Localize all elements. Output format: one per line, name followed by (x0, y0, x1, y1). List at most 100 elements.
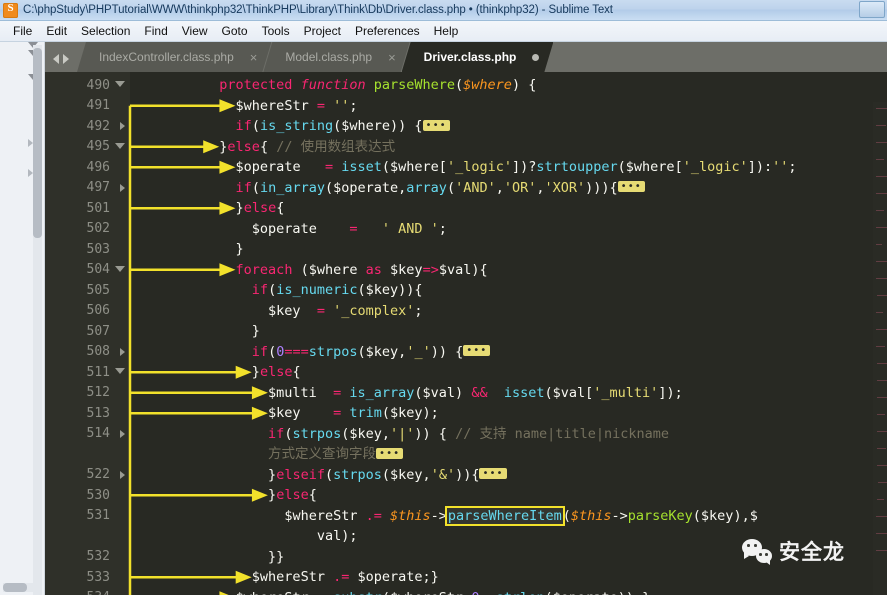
close-icon[interactable]: × (250, 51, 258, 64)
folded-code-badge[interactable]: ••• (617, 181, 645, 192)
menu-bar: File Edit Selection Find View Goto Tools… (0, 21, 887, 42)
tab-scroll-controls[interactable] (45, 54, 77, 72)
menu-item-help[interactable]: Help (427, 22, 466, 40)
code-token: $where (625, 159, 675, 175)
code-line[interactable]: $whereStr = substr($whereStr,0,-strlen($… (130, 588, 887, 595)
close-icon[interactable]: × (388, 51, 396, 64)
code-line[interactable]: $operate = isset($where['_logic'])?strto… (130, 157, 887, 178)
highlighted-method-name[interactable]: parseWhereItem (444, 505, 565, 526)
code-token: ( (381, 159, 391, 175)
code-line[interactable]: $key = '_complex'; (130, 301, 887, 322)
code-text[interactable]: protected function parseWhere($where) { … (130, 72, 887, 595)
code-token: ) { (511, 77, 537, 93)
code-token: ( (562, 507, 571, 524)
code-token: ( (251, 179, 260, 196)
code-line[interactable]: if(0===strpos($key,'_')) {••• (130, 342, 887, 363)
side-panel-hscrollbar-thumb[interactable] (3, 583, 27, 592)
code-line[interactable]: $whereStr .= $this->parseWhereItem($this… (130, 505, 887, 527)
menu-item-selection[interactable]: Selection (74, 22, 137, 40)
code-line[interactable]: if(is_numeric($key)){ (130, 280, 887, 301)
menu-item-find[interactable]: Find (137, 22, 174, 40)
menu-item-goto[interactable]: Goto (215, 22, 255, 40)
code-token: strlen (496, 590, 545, 595)
menu-item-file[interactable]: File (6, 22, 39, 40)
code-line[interactable]: protected function parseWhere($where) { (130, 75, 887, 96)
code-line[interactable]: $whereStr .= $operate;} (130, 567, 887, 588)
fold-closed-icon[interactable] (120, 429, 125, 438)
code-token: $where (341, 118, 391, 134)
fold-open-icon[interactable] (115, 265, 125, 272)
window-controls[interactable] (859, 1, 885, 18)
code-token: is_numeric (276, 282, 358, 298)
code-token: ( (381, 466, 391, 483)
code-token: '_multi' (593, 384, 659, 401)
code-token: = (333, 405, 342, 421)
chevron-left-icon[interactable] (53, 54, 59, 64)
code-token: else (227, 138, 260, 155)
code-token: is_string (259, 118, 334, 134)
code-token: function (300, 77, 366, 93)
folded-code-badge[interactable]: ••• (463, 345, 491, 356)
chevron-right-icon[interactable] (63, 54, 69, 64)
code-token: ( (381, 405, 391, 421)
fold-open-icon[interactable] (115, 142, 125, 149)
code-token: $val (552, 384, 586, 401)
code-token: $key (390, 261, 423, 278)
code-line[interactable]: if(strpos($key,'|')) { // 支持 name|title|… (130, 424, 887, 445)
folded-code-badge[interactable]: ••• (376, 447, 404, 459)
code-token: ]); (658, 384, 683, 401)
fold-closed-icon[interactable] (120, 347, 125, 356)
code-token: '_logic' (682, 159, 748, 175)
code-line[interactable]: 方式定义查询字段 ••• (130, 444, 887, 465)
code-line[interactable]: $key = trim($key); (130, 403, 887, 424)
tab-driver[interactable]: Driver.class.php (402, 42, 554, 72)
menu-item-edit[interactable]: Edit (39, 22, 74, 40)
fold-closed-icon[interactable] (120, 122, 125, 130)
menu-item-preferences[interactable]: Preferences (348, 22, 427, 40)
fold-closed-icon[interactable] (120, 183, 125, 192)
side-panel-hscrollbar[interactable] (3, 583, 40, 592)
code-line[interactable]: $whereStr = ''; (130, 96, 887, 117)
menu-item-view[interactable]: View (175, 22, 215, 40)
fold-open-icon[interactable] (115, 368, 125, 374)
menu-item-project[interactable]: Project (297, 22, 348, 40)
minimap[interactable] (873, 102, 887, 595)
code-token: strtoupper (536, 159, 618, 175)
code-line[interactable]: if(is_string($where)) {••• (130, 116, 887, 137)
watermark-text: 安全龙 (779, 540, 845, 564)
folded-code-badge[interactable]: ••• (422, 119, 450, 131)
code-line[interactable]: } (130, 239, 887, 260)
code-token: ]): (747, 159, 773, 175)
code-line[interactable]: }elseif(strpos($key,'&')){••• (130, 465, 887, 486)
side-panel-scrollbar[interactable] (33, 45, 42, 595)
code-line[interactable]: $multi = is_array($val) && isset($val['_… (130, 383, 887, 404)
minimap-line (876, 125, 886, 126)
code-token: isset (503, 384, 545, 401)
code-token: ){ (471, 261, 488, 278)
code-token: ( (292, 261, 309, 278)
code-token: if (235, 118, 252, 134)
folded-code-badge[interactable]: ••• (479, 468, 507, 479)
code-token: $where (463, 77, 512, 93)
unsaved-dot-icon[interactable] (532, 54, 539, 61)
side-panel-scrollbar-thumb[interactable] (33, 48, 42, 238)
code-line[interactable]: }else{ // 使用数组表达式 (130, 137, 887, 158)
code-line[interactable]: }else{ (130, 485, 887, 506)
menu-item-tools[interactable]: Tools (255, 22, 297, 40)
code-line[interactable]: }else{ (130, 198, 887, 219)
tab-model[interactable]: Model.class.php × (263, 42, 409, 72)
tab-indexcontroller[interactable]: IndexController.class.php × (77, 42, 271, 72)
code-token: $key (268, 405, 334, 421)
code-token: foreach (235, 261, 293, 278)
side-panel (0, 42, 45, 595)
code-pane[interactable]: 490 491 492 495 496 497 501 502 503 504 505 506 507 5… (45, 72, 887, 595)
fold-open-icon[interactable] (115, 81, 125, 87)
code-line[interactable]: $operate = ' AND '; (130, 219, 887, 240)
code-line[interactable]: }else{ (130, 362, 887, 383)
code-line[interactable]: } (130, 321, 887, 342)
line-number: 514 (45, 424, 130, 445)
maximize-button[interactable] (859, 1, 885, 18)
code-line[interactable]: foreach ($where as $key=>$val){ (130, 260, 887, 281)
fold-closed-icon[interactable] (120, 470, 125, 479)
code-line[interactable]: if(in_array($operate,array('AND','OR','X… (130, 178, 887, 199)
